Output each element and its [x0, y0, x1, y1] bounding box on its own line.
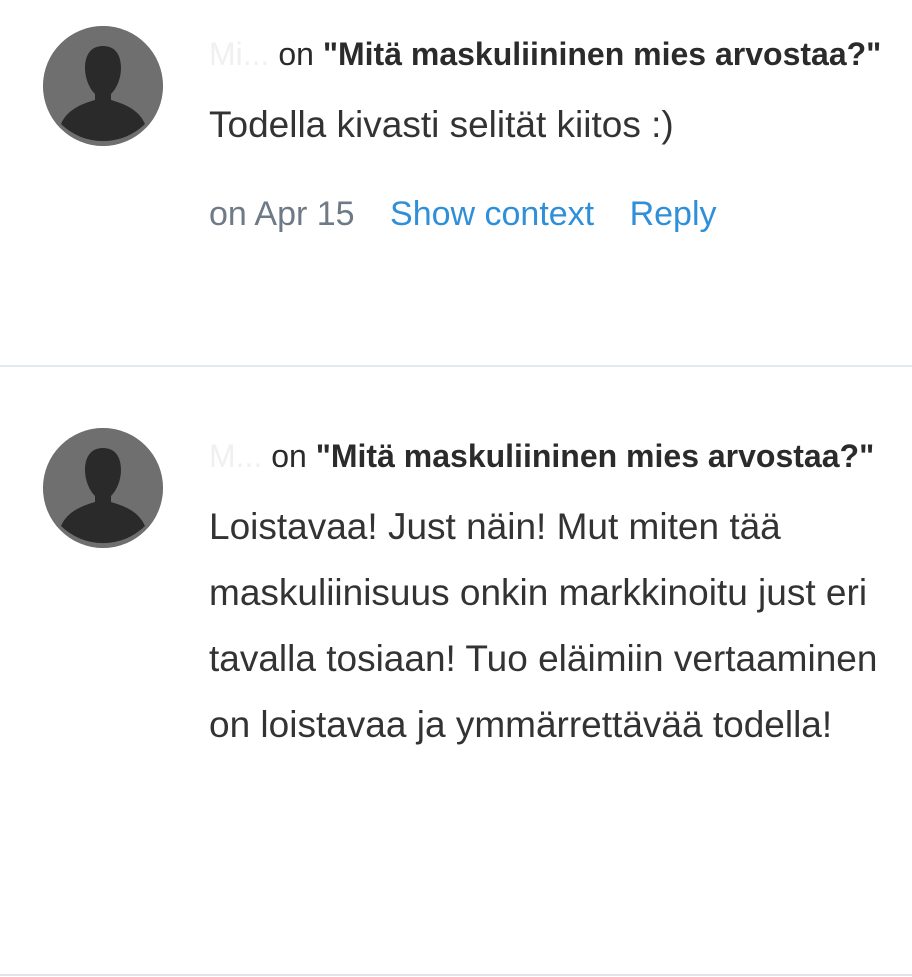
comment-author[interactable]: M... — [209, 438, 262, 474]
user-silhouette-icon — [43, 26, 163, 146]
post-title-link[interactable]: "Mitä maskuliininen mies arvostaa?" — [316, 438, 875, 474]
comment-meta: on Apr 15 Show context Reply — [209, 190, 889, 238]
comment-header: Mi... on "Mitä maskuliininen mies arvost… — [209, 20, 889, 88]
comment-header: M... on "Mitä maskuliininen mies arvosta… — [209, 422, 889, 490]
avatar[interactable] — [43, 26, 163, 146]
comment-author[interactable]: Mi... — [209, 36, 269, 72]
user-silhouette-icon — [43, 428, 163, 548]
comment-content: Mi... on "Mitä maskuliininen mies arvost… — [209, 20, 889, 238]
comment-divider — [0, 974, 912, 976]
comment-content: M... on "Mitä maskuliininen mies arvosta… — [209, 422, 889, 758]
show-context-link[interactable]: Show context — [390, 195, 594, 233]
comment-divider — [0, 365, 912, 367]
comment-on-word: on — [278, 36, 314, 72]
reply-link[interactable]: Reply — [630, 195, 717, 233]
comment-on-word: on — [271, 438, 307, 474]
comment-item: Mi... on "Mitä maskuliininen mies arvost… — [0, 0, 912, 366]
post-title-link[interactable]: "Mitä maskuliininen mies arvostaa?" — [323, 36, 882, 72]
comment-body: Todella kivasti selität kiitos :) — [209, 104, 674, 145]
avatar[interactable] — [43, 428, 163, 548]
comment-body: Loistavaa! Just näin! Mut miten tää mask… — [209, 506, 878, 745]
comment-date: on Apr 15 — [209, 195, 355, 233]
comment-item: M... on "Mitä maskuliininen mies arvosta… — [0, 368, 912, 975]
